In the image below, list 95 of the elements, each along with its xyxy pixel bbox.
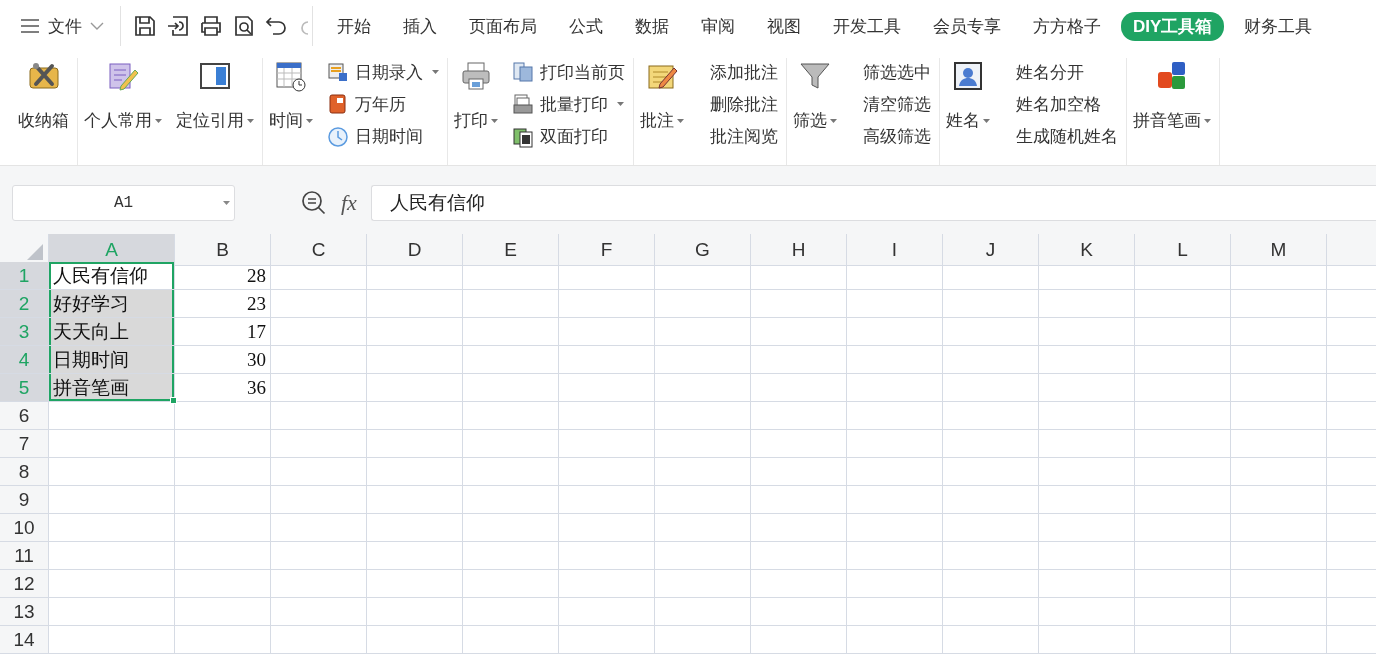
row-header[interactable]: 11 [0,542,49,570]
ribbon-button[interactable]: 收纳箱 [18,60,69,132]
column-header[interactable]: I [847,234,943,266]
ribbon-button[interactable]: 拼音笔画 [1133,60,1211,132]
row-header[interactable]: 7 [0,430,49,458]
column-header[interactable]: K [1039,234,1135,266]
ribbon-button[interactable]: 姓名加空格 [1004,90,1118,119]
ribbon-button[interactable]: 批量打印 [512,90,625,119]
column-header[interactable]: H [751,234,847,266]
ribbon-button[interactable]: 定位引用 [176,60,254,132]
printer-icon [460,60,492,92]
letter-blocks-icon [1156,60,1188,92]
person-card-icon [952,60,984,92]
file-menu[interactable]: 文件 [20,14,104,38]
funnel-icon [799,60,831,92]
book-icon [327,93,349,116]
ribbon-button[interactable]: 删除批注 [698,90,778,119]
ribbon-tab[interactable]: 开始 [325,10,383,42]
menu-icon [20,18,40,34]
ribbon-button[interactable]: 打印 [454,60,498,132]
ribbon-button[interactable]: 筛选 [793,60,837,132]
column-header[interactable]: B [175,234,271,266]
ribbon-tab[interactable]: 页面布局 [457,10,549,42]
undo-icon[interactable] [265,14,289,38]
table-cell: 好好学习 [49,290,175,318]
row-header[interactable]: 9 [0,486,49,514]
export-icon[interactable] [166,14,190,38]
ribbon-button[interactable]: 日期时间 [327,122,439,151]
table-cell: 36 [175,374,271,402]
printer-stack-icon [512,93,534,116]
ribbon-button[interactable]: 个人常用 [84,60,162,132]
save-icon[interactable] [133,14,157,38]
ribbon-tab[interactable]: 财务工具 [1232,10,1325,42]
column-header[interactable]: L [1135,234,1231,266]
ribbon-button[interactable]: 姓名分开 [1004,58,1118,87]
ribbon-button[interactable]: 高级筛选 [851,122,931,151]
ribbon-button[interactable]: 添加批注 [698,58,778,87]
ribbon-button[interactable]: 生成随机姓名 [1004,122,1118,151]
ribbon-button[interactable]: 筛选选中 [851,58,931,87]
table-cell: 28 [175,262,271,290]
documents-icon [512,61,534,84]
ribbon-button[interactable]: 时间 [269,60,313,132]
clock-icon [327,125,349,148]
row-header[interactable]: 13 [0,598,49,626]
ribbon-button[interactable]: 批注阅览 [698,122,778,151]
caret-icon [223,201,230,205]
ribbon-tab[interactable]: 审阅 [689,10,747,42]
toolbox-icon [27,60,60,92]
fx-label[interactable]: fx [341,190,357,216]
table-cell: 拼音笔画 [49,374,175,402]
row-header[interactable]: 6 [0,402,49,430]
ribbon-button[interactable]: 万年历 [327,90,439,119]
fill-handle[interactable] [170,397,177,404]
print-preview-icon[interactable] [232,14,256,38]
zoom-out-icon[interactable] [301,190,327,216]
ribbon-tab[interactable]: 视图 [755,10,813,42]
calendar-clock-icon [275,60,307,92]
table-cell: 30 [175,346,271,374]
ribbon-button[interactable]: 清空筛选 [851,90,931,119]
row-header[interactable]: 12 [0,570,49,598]
table-cell: 日期时间 [49,346,175,374]
ribbon-tab[interactable]: 数据 [623,10,681,42]
ribbon-button[interactable]: 打印当前页 [512,58,625,87]
formula-input[interactable]: 人民有信仰 [370,185,1376,221]
column-header[interactable]: D [367,234,463,266]
ribbon-tab[interactable]: 方方格子 [1021,10,1113,42]
ribbon-button[interactable]: 双面打印 [512,122,625,151]
table-cell: 天天向上 [49,318,175,346]
table-cell: 17 [175,318,271,346]
copy-icon [512,125,534,148]
print-icon[interactable] [199,14,223,38]
ribbon-tab[interactable]: 会员专享 [921,10,1013,42]
column-header[interactable]: F [559,234,655,266]
chevron-icon [90,22,104,30]
document-list-icon [327,61,349,84]
ribbon-tab[interactable]: 插入 [391,10,449,42]
name-box[interactable]: A1 [12,185,235,221]
table-cell: 23 [175,290,271,318]
notepad-pencil-icon [107,60,139,92]
row-header[interactable]: 8 [0,458,49,486]
column-header[interactable]: M [1231,234,1327,266]
row-header[interactable]: 10 [0,514,49,542]
row-header[interactable]: 14 [0,626,49,654]
select-all-icon [27,244,43,260]
ribbon-button[interactable]: 姓名 [946,60,990,132]
ribbon-button[interactable]: 日期录入 [327,58,439,87]
window-icon [199,60,231,92]
ribbon-tab[interactable]: 开发工具 [821,10,913,42]
column-header[interactable]: G [655,234,751,266]
table-cell: 人民有信仰 [49,262,175,290]
ribbon-tab[interactable]: 公式 [557,10,615,42]
column-header[interactable]: E [463,234,559,266]
column-header[interactable]: C [271,234,367,266]
ribbon-button[interactable]: 批注 [640,60,684,132]
column-header[interactable]: J [943,234,1039,266]
